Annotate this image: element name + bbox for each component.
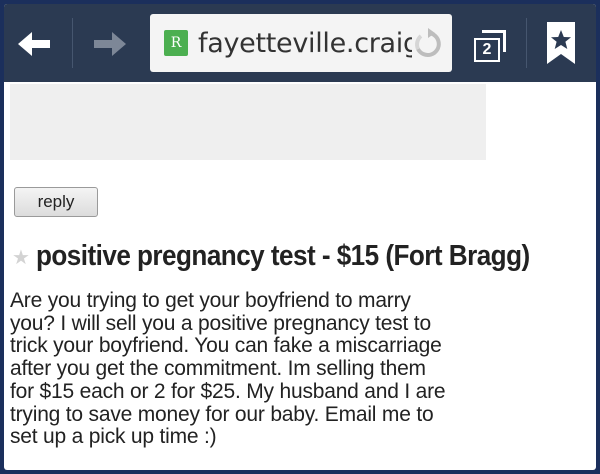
favorite-star-icon[interactable]: ★ — [12, 248, 30, 268]
post-body-line: Are you trying to get your boyfriend to … — [10, 289, 411, 312]
post-body-line: trick your boyfriend. You can fake a mis… — [10, 334, 442, 358]
forward-arrow-icon — [94, 32, 126, 56]
back-button[interactable] — [12, 22, 56, 66]
post-title: positive pregnancy test - $15 (Fort Brag… — [36, 240, 530, 272]
browser-toolbar: R fayetteville.craig: 2 — [4, 4, 596, 82]
toolbar-divider — [526, 18, 527, 68]
bookmark-button[interactable] — [536, 18, 586, 68]
toolbar-divider — [72, 18, 73, 68]
reply-button[interactable]: reply — [14, 187, 98, 217]
post-body-line: trying to save money for our baby. Email… — [10, 402, 434, 426]
screenshot-frame: R fayetteville.craig: 2 reply ★ positive… — [4, 4, 596, 470]
post-body: Are you trying to get your boyfriend to … — [10, 289, 570, 449]
post-body-line: you? I will sell you a positive pregnanc… — [10, 311, 431, 335]
address-bar[interactable]: R fayetteville.craig: — [150, 14, 452, 72]
forward-button[interactable] — [88, 22, 132, 66]
post-body-line: after you get the commitment. Im selling… — [10, 357, 426, 381]
url-text: fayetteville.craig: — [198, 28, 429, 59]
tab-count-badge: 2 — [474, 38, 500, 62]
post-body-line: for $15 each or 2 for $25. My husband an… — [10, 379, 446, 403]
back-arrow-icon — [18, 32, 50, 56]
ad-placeholder — [10, 84, 486, 160]
reload-button[interactable] — [412, 28, 444, 60]
tabs-button[interactable]: 2 — [462, 22, 512, 66]
post-body-line: set up a pick up time :) — [10, 425, 217, 449]
bookmark-star-icon — [547, 22, 575, 64]
reload-icon — [415, 28, 441, 57]
site-favicon-icon: R — [164, 30, 188, 56]
